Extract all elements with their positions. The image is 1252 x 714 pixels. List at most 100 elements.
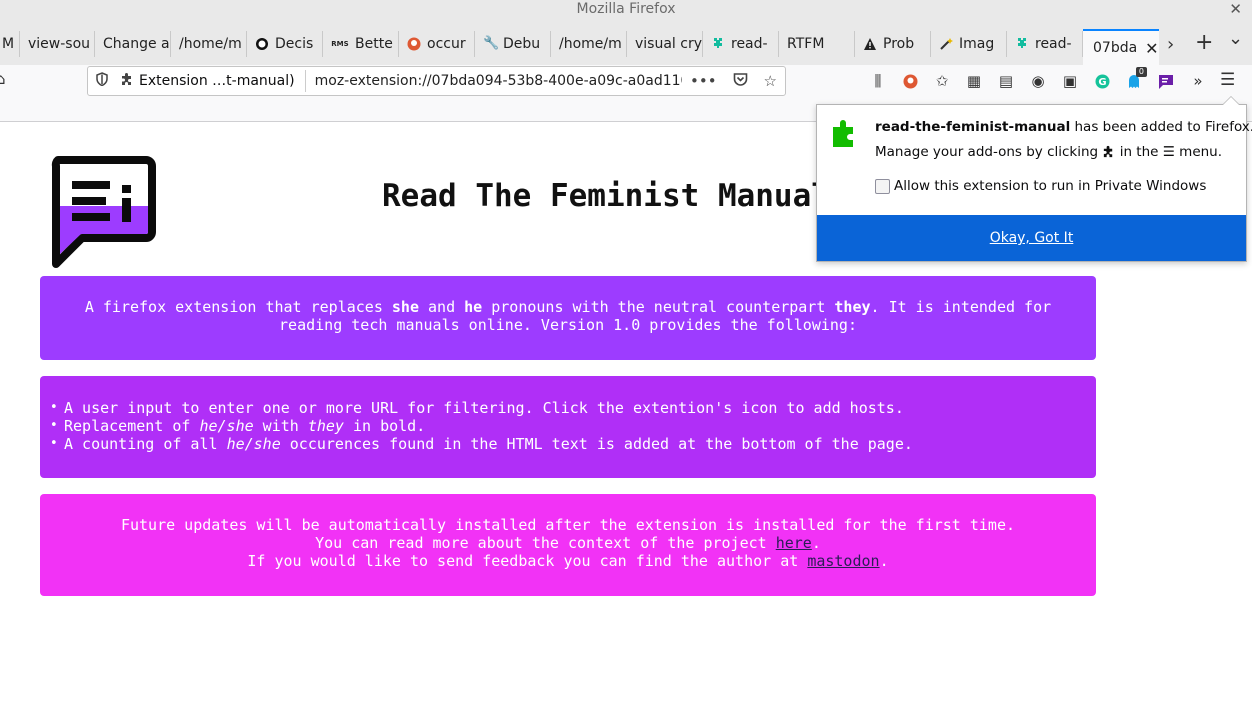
feature-list: A user input to enter one or more URL fo… <box>50 399 1086 453</box>
tab-label: Imag <box>959 36 995 52</box>
hamburger-menu-icon[interactable]: ☰ <box>1220 70 1235 90</box>
library-icon[interactable]: ⫼ <box>862 70 894 92</box>
grid-extension-icon[interactable]: ▦ <box>958 70 990 92</box>
rtfm-logo <box>48 156 156 276</box>
tab-label: Bette <box>355 36 393 52</box>
feature-text: Replacement of <box>64 417 200 435</box>
footer-box: Future updates will be automatically ins… <box>40 494 1096 596</box>
private-windows-checkbox[interactable] <box>875 178 890 194</box>
tab-scroll-right-button[interactable]: › <box>1167 34 1174 55</box>
tab-label: Change a <box>103 36 170 52</box>
tab[interactable]: Change a <box>95 31 171 57</box>
tab-label: Prob <box>883 36 915 52</box>
window-titlebar: Mozilla Firefox ✕ <box>0 0 1252 20</box>
intro-box: A firefox extension that replaces she an… <box>40 276 1096 360</box>
pocket-icon[interactable] <box>733 72 748 90</box>
checkbox-label[interactable]: Allow this extension to run in Private W… <box>894 178 1206 194</box>
list-all-tabs-button[interactable]: ⌄ <box>1228 28 1243 49</box>
rtfm-extension-icon[interactable] <box>1150 70 1182 92</box>
okay-got-it-button[interactable]: Okay, Got It <box>817 215 1246 261</box>
mastodon-link[interactable]: mastodon <box>807 552 879 570</box>
footer-line: Future updates will be automatically ins… <box>120 516 1016 534</box>
footer-line: If you would like to send feedback you c… <box>60 552 1076 570</box>
tab[interactable]: RTFM <box>779 31 855 57</box>
feature-text: A counting of all <box>64 435 227 453</box>
warning-icon <box>863 37 877 51</box>
account-icon[interactable]: ◉ <box>1022 70 1054 92</box>
here-link[interactable]: here <box>776 534 812 552</box>
page-actions-button[interactable]: ••• <box>690 72 717 90</box>
footer-text: . <box>811 534 821 552</box>
tab[interactable]: visual cry <box>627 31 703 57</box>
reader-view-icon[interactable]: ▤ <box>990 70 1022 92</box>
tab-label: occur <box>427 36 466 52</box>
svg-text:G: G <box>1098 77 1106 88</box>
home-icon[interactable]: ⌂ <box>0 70 6 88</box>
toolbar-icons: ⫼ ✩ ▦ ▤ ◉ ▣ G 0 » <box>862 67 1214 92</box>
tab[interactable]: read- <box>1007 31 1083 57</box>
tab[interactable]: /home/m <box>551 31 627 57</box>
tab-label: view-sou <box>28 36 91 52</box>
wrench-icon: 🔧 <box>483 36 500 51</box>
feature-text: occurences found in the HTML text is add… <box>280 435 913 453</box>
tab-label: read- <box>731 36 768 52</box>
footer-text: If you would like to send feedback you c… <box>247 552 808 570</box>
image-extension-icon[interactable]: ▣ <box>1054 70 1086 92</box>
new-tab-button[interactable]: + <box>1195 30 1213 55</box>
tab-label: RTFM <box>787 36 825 52</box>
list-item: A user input to enter one or more URL fo… <box>50 399 1086 417</box>
extension-cyan-icon <box>711 37 725 51</box>
identity-label: Extension …t-manual) <box>139 73 295 89</box>
tab[interactable]: occur <box>399 31 475 57</box>
window-title: Mozilla Firefox <box>576 1 676 17</box>
addon-puzzle-icon <box>830 118 860 152</box>
list-item: A counting of all he/she occurences foun… <box>50 435 1086 453</box>
footer-text: You can read more about the context of t… <box>315 534 776 552</box>
duckduckgo-icon[interactable] <box>894 70 926 92</box>
wand-icon <box>939 37 953 51</box>
tab-label: M <box>2 36 15 52</box>
popup-text: Manage your add-ons by clicking <box>875 144 1103 160</box>
star-extension-icon[interactable]: ✩ <box>926 70 958 92</box>
notification-badge: 0 <box>1135 67 1147 77</box>
url-text[interactable]: moz-extension://07bda094-53b8-400e-a09c-… <box>315 73 682 89</box>
site-identity-button[interactable]: Extension …t-manual) <box>118 70 306 92</box>
tab[interactable]: M <box>0 31 20 57</box>
intro-he: he <box>464 298 483 316</box>
tracking-shield-icon[interactable] <box>96 72 108 90</box>
extension-cyan-icon <box>1015 37 1029 51</box>
tab[interactable]: /home/m <box>171 31 247 57</box>
popup-arrow <box>1222 96 1240 105</box>
intro-they: they <box>834 298 871 316</box>
list-item: Replacement of he/she with they in bold. <box>50 417 1086 435</box>
bookmark-star-icon[interactable]: ☆ <box>764 72 777 90</box>
window-close-button[interactable]: ✕ <box>1229 0 1242 18</box>
tab-label: read- <box>1035 36 1072 52</box>
tab[interactable]: RMS Bette <box>323 31 399 57</box>
tab[interactable]: view-sou <box>20 31 95 57</box>
addon-installed-popup: read-the-feminist-manual has been added … <box>816 96 1252 262</box>
grammarly-icon[interactable]: G <box>1086 70 1118 92</box>
footer-line: You can read more about the context of t… <box>60 534 1076 552</box>
feature-italic: he/she <box>199 417 254 435</box>
rms-icon: RMS <box>331 40 349 48</box>
hamburger-menu-icon: ☰ <box>1162 144 1175 160</box>
tab[interactable]: Imag <box>931 31 1007 57</box>
private-windows-checkbox-row[interactable]: Allow this extension to run in Private W… <box>875 178 1206 194</box>
intro-text: pronouns with the neutral counterpart <box>482 298 835 316</box>
url-bar[interactable]: Extension …t-manual) moz-extension://07b… <box>87 66 786 96</box>
tab-active[interactable]: 07bda ✕ <box>1083 29 1159 65</box>
intro-text: A firefox extension that replaces <box>84 298 392 316</box>
overflow-menu-icon[interactable]: » <box>1182 70 1214 92</box>
tab[interactable]: read- <box>703 31 779 57</box>
tab-close-button[interactable]: ✕ <box>1145 39 1158 58</box>
tab[interactable]: 🔧 Debu <box>475 31 551 57</box>
tab-label: 07bda <box>1093 40 1138 56</box>
ghost-extension-icon[interactable]: 0 <box>1118 67 1150 92</box>
puzzle-icon <box>1102 145 1115 162</box>
feature-text: with <box>253 417 308 435</box>
tab[interactable]: Prob <box>855 31 931 57</box>
feature-text: A user input to enter one or more URL fo… <box>64 399 904 417</box>
tab[interactable]: Decis <box>247 31 323 57</box>
tab-label: /home/m <box>179 36 242 52</box>
